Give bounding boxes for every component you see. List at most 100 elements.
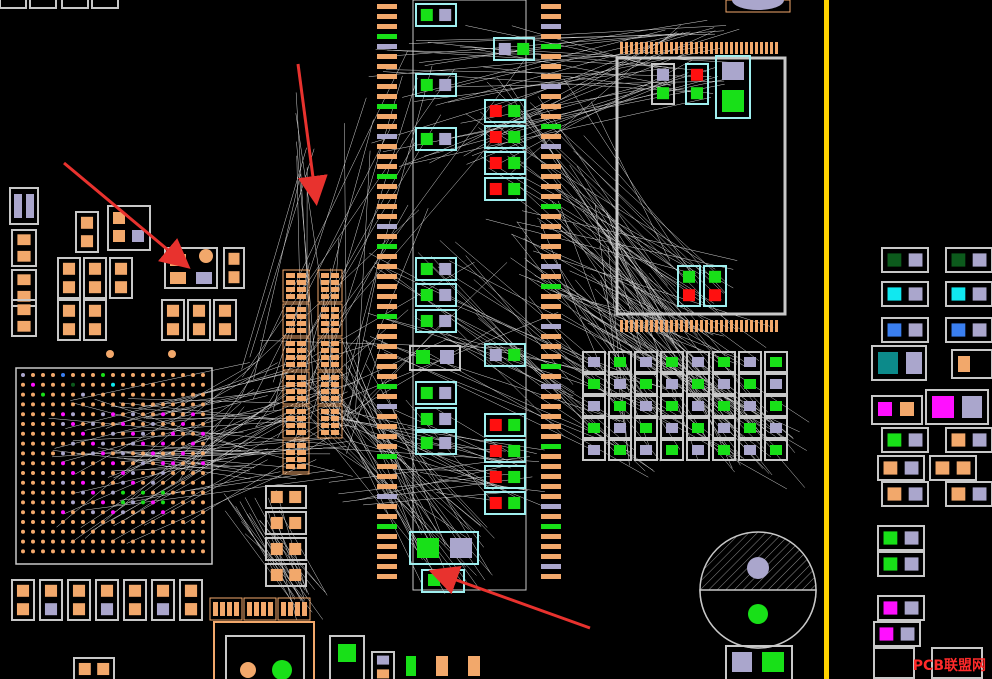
pad [900, 402, 914, 416]
bga-ball [131, 441, 135, 446]
pcb-board-canvas[interactable] [0, 0, 992, 679]
connector-pin [541, 424, 561, 429]
pad [297, 450, 306, 455]
pad [489, 418, 502, 432]
bga-ball [31, 392, 35, 397]
bga-ball [131, 549, 135, 554]
component-outline[interactable] [61, 0, 89, 9]
component-outline[interactable] [873, 647, 915, 679]
bga-ball [201, 500, 205, 505]
bga-ball [51, 461, 55, 466]
pad [321, 423, 329, 428]
pad [489, 130, 502, 144]
bga-ball [21, 382, 25, 387]
pad [640, 401, 652, 411]
pad [286, 396, 295, 401]
connector-body[interactable] [225, 635, 305, 679]
ratsnest-line [482, 66, 714, 94]
ratsnest-line [362, 339, 598, 453]
pad [708, 289, 722, 302]
bga-ball [81, 529, 85, 534]
bga-ball [21, 451, 25, 456]
bga-ball [161, 461, 165, 466]
component-outline[interactable] [29, 0, 57, 9]
bga-ball [181, 490, 185, 495]
components-layer[interactable] [0, 0, 992, 679]
pad [331, 328, 339, 333]
connector-outline[interactable] [213, 621, 315, 679]
pad [321, 294, 329, 299]
bga-ball [61, 549, 65, 554]
pad [640, 445, 652, 455]
pad [887, 253, 902, 267]
pad [88, 323, 102, 336]
connector-pin [377, 524, 397, 529]
bga-ball [181, 422, 185, 426]
pad [88, 281, 102, 294]
bga-ball [71, 529, 75, 534]
ic-pin [665, 320, 668, 332]
bga-ball [161, 451, 165, 456]
round-pad [240, 662, 256, 678]
pad [184, 603, 198, 616]
bga-ball [91, 392, 95, 397]
bga-ball [191, 412, 195, 417]
connector-pin [541, 144, 561, 149]
pad [331, 314, 339, 319]
component-outline[interactable] [91, 0, 119, 9]
bga-ball [71, 451, 75, 456]
pad [297, 273, 306, 278]
ic-pin [720, 320, 723, 332]
connector-pin [377, 54, 397, 59]
pad [228, 252, 240, 265]
pad [439, 386, 452, 400]
bga-ball [91, 402, 95, 407]
pad [297, 287, 306, 292]
pad [744, 379, 756, 389]
bga-ball [181, 382, 185, 387]
bga-ball [71, 373, 75, 377]
pad [14, 194, 22, 218]
connector-pin [541, 214, 561, 219]
component-outline[interactable] [0, 0, 27, 9]
bga-ball [61, 422, 65, 426]
pad [321, 389, 329, 394]
connector-pin [541, 544, 561, 549]
bga-ball [131, 539, 135, 544]
pad [908, 323, 923, 337]
bga-ball [171, 402, 175, 407]
pad [321, 341, 329, 346]
connector-pin [541, 454, 561, 459]
bga-ball [91, 412, 95, 417]
connector-pin [377, 434, 397, 439]
bga-ball [21, 500, 25, 505]
pad [220, 602, 225, 616]
pad [286, 362, 295, 367]
bga-ball [71, 500, 75, 505]
bga-ball [121, 392, 125, 397]
bga-ball [181, 402, 185, 407]
connector-pin [541, 254, 561, 259]
bga-ball [31, 490, 35, 495]
bga-ball [21, 461, 25, 466]
pad [614, 445, 626, 455]
pad [17, 250, 31, 262]
ratsnest-line [511, 233, 647, 404]
bga-ball [101, 539, 105, 544]
connector-pin [541, 394, 561, 399]
bga-chip-outline[interactable] [15, 367, 213, 565]
pad [297, 375, 306, 380]
pad [656, 68, 670, 81]
bga-ball [141, 490, 145, 495]
bga-ball [151, 451, 155, 456]
bga-ball [141, 500, 145, 505]
bga-ball [171, 412, 175, 417]
connector-pin [377, 514, 397, 519]
pad [450, 538, 472, 558]
ic-pin [760, 320, 763, 332]
ic-pin [715, 320, 718, 332]
bga-ball [91, 373, 95, 377]
bga-ball [101, 461, 105, 466]
pad [744, 357, 756, 367]
pad [640, 423, 652, 433]
